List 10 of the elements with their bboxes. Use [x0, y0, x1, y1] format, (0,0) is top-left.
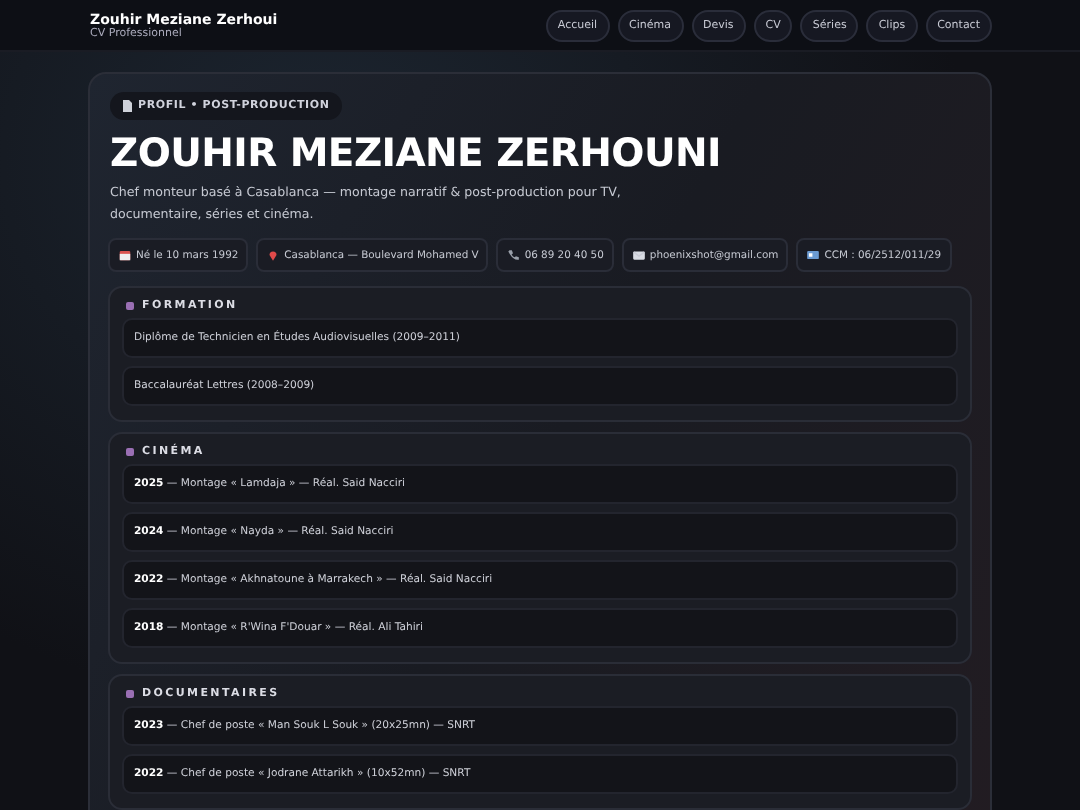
profile-name: ZOUHIR MEZIANE ZERHOUNI — [110, 130, 723, 178]
pin-icon — [266, 248, 281, 262]
mail-icon — [631, 248, 646, 262]
id-card-icon — [806, 248, 821, 262]
document-icon — [122, 100, 132, 112]
calendar-icon — [118, 248, 132, 262]
bullet-icon — [126, 302, 134, 310]
bullet-icon — [126, 448, 134, 456]
bullet-icon — [126, 690, 134, 698]
phone-icon — [506, 248, 521, 262]
